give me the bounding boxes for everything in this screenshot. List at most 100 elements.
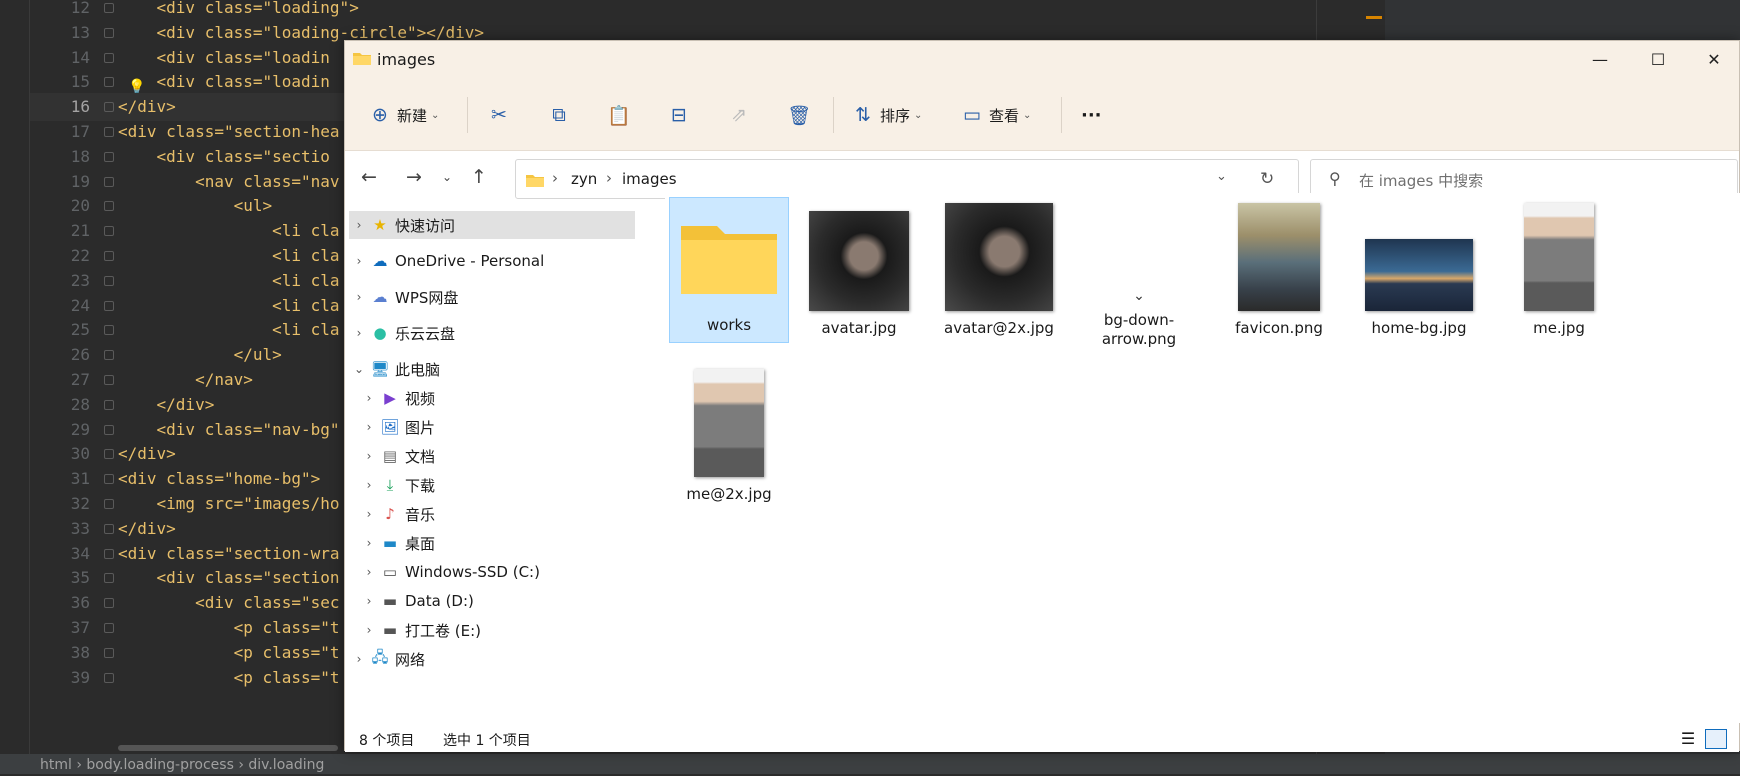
nav-quick-access[interactable]: › ★ 快速访问: [349, 211, 635, 239]
nav-documents[interactable]: › ▤ 文档: [359, 442, 435, 470]
nav-leyun[interactable]: › ● 乐云云盘: [349, 319, 455, 347]
nav-network[interactable]: › 🖧 网络: [349, 645, 425, 673]
fold-marker-icon[interactable]: [104, 325, 114, 336]
line-number: 23: [70, 270, 90, 290]
fold-marker-icon[interactable]: [104, 375, 114, 385]
fold-marker-icon[interactable]: [104, 151, 114, 162]
chevron-right-icon[interactable]: ›: [359, 507, 379, 521]
fold-marker-icon[interactable]: [104, 176, 114, 187]
chevron-right-icon[interactable]: ›: [349, 290, 369, 304]
chevron-down-icon: ⌄: [914, 109, 923, 121]
fold-marker-icon[interactable]: [104, 201, 114, 212]
horizontal-scrollbar[interactable]: [118, 745, 338, 751]
nav-drive-e[interactable]: › ▬ 打工卷 (E:): [359, 616, 481, 644]
line-number: 21: [70, 221, 90, 241]
chevron-right-icon[interactable]: ›: [359, 478, 379, 492]
fold-marker-icon[interactable]: [104, 449, 114, 460]
fold-marker-icon[interactable]: [104, 251, 114, 261]
fold-marker-icon[interactable]: [104, 300, 114, 311]
details-view-icon[interactable]: ☰: [1677, 729, 1699, 749]
nav-label: 图片: [405, 418, 436, 437]
nav-pictures[interactable]: › 🖼 图片: [359, 413, 435, 441]
recent-locations-chevron-icon[interactable]: ⌄: [433, 163, 461, 191]
nav-desktop[interactable]: › ▬ 桌面: [359, 529, 435, 557]
copy-button[interactable]: ⧉: [548, 99, 570, 131]
nav-wps[interactable]: › ☁ WPS网盘: [349, 283, 459, 311]
cut-button[interactable]: ✂: [488, 99, 510, 131]
nav-drive-d[interactable]: › ▬ Data (D:): [359, 587, 474, 615]
breadcrumb-zyn[interactable]: zyn: [571, 170, 597, 188]
rename-button[interactable]: ⊟: [668, 99, 690, 131]
chevron-right-icon[interactable]: ›: [349, 652, 369, 666]
chevron-right-icon[interactable]: ›: [359, 623, 379, 637]
fold-marker-icon[interactable]: [104, 52, 114, 63]
view-button[interactable]: ▭ 查看 ⌄: [961, 99, 1031, 131]
chevron-right-icon[interactable]: ›: [359, 420, 379, 434]
chevron-right-icon[interactable]: ›: [349, 326, 369, 340]
up-arrow-icon[interactable]: ↑: [465, 163, 493, 191]
fold-marker-icon[interactable]: [104, 275, 114, 286]
download-icon: ⤓: [386, 476, 394, 494]
file-item-bg-down-arrow[interactable]: ⌄ bg-down-arrow.png: [1079, 197, 1199, 349]
fold-marker-icon[interactable]: [104, 127, 114, 137]
file-name: favicon.png: [1235, 319, 1323, 337]
more-options-button[interactable]: ···: [1081, 99, 1102, 131]
sort-label: 排序: [880, 106, 911, 125]
fold-marker-icon[interactable]: [104, 350, 114, 361]
share-button[interactable]: ⇗: [728, 99, 750, 131]
refresh-icon[interactable]: ↻: [1260, 169, 1274, 189]
forward-arrow-icon[interactable]: →: [400, 163, 428, 191]
nav-videos[interactable]: › ▶ 视频: [359, 384, 435, 412]
minimize-button[interactable]: —: [1571, 41, 1629, 79]
chevron-right-icon[interactable]: ›: [349, 218, 369, 232]
new-button[interactable]: ⊕ 新建 ⌄: [369, 99, 439, 131]
chevron-right-icon[interactable]: ›: [359, 565, 379, 579]
fold-marker-icon[interactable]: [104, 672, 114, 683]
fold-marker-icon[interactable]: [104, 523, 114, 534]
fold-marker-icon[interactable]: [104, 77, 114, 88]
file-item-works[interactable]: works: [669, 197, 789, 343]
fold-marker-icon[interactable]: [104, 27, 114, 38]
chevron-down-icon[interactable]: ⌄: [349, 362, 369, 376]
fold-marker-icon[interactable]: [104, 399, 114, 410]
paste-button[interactable]: 📋: [607, 99, 631, 131]
fold-marker-icon[interactable]: [104, 226, 114, 237]
chevron-down-icon[interactable]: ⌄: [1216, 169, 1227, 184]
sort-button[interactable]: ⇅ 排序 ⌄: [852, 99, 922, 131]
fold-marker-icon[interactable]: [104, 647, 114, 658]
file-item-avatar[interactable]: avatar.jpg: [799, 197, 919, 338]
fold-marker-icon[interactable]: [104, 474, 114, 485]
chevron-right-icon[interactable]: ›: [359, 449, 379, 463]
nav-music[interactable]: › ♪ 音乐: [359, 500, 435, 528]
fold-marker-icon[interactable]: [104, 102, 114, 113]
fold-marker-icon[interactable]: [104, 499, 114, 509]
chevron-right-icon[interactable]: ›: [359, 536, 379, 550]
nav-drive-c[interactable]: › ▭ Windows-SSD (C:): [359, 558, 540, 586]
chevron-right-icon[interactable]: ›: [349, 254, 369, 268]
file-item-favicon[interactable]: favicon.png: [1219, 197, 1339, 338]
nav-downloads[interactable]: › ⤓ 下载: [359, 471, 435, 499]
nav-this-pc[interactable]: ⌄ 🖥 此电脑: [349, 355, 440, 383]
fold-marker-icon[interactable]: [104, 424, 114, 435]
title-bar: images — ☐ ✕: [345, 41, 1739, 79]
maximize-button[interactable]: ☐: [1629, 41, 1687, 79]
tiles-view-icon[interactable]: [1705, 729, 1727, 749]
fold-marker-icon[interactable]: [104, 623, 114, 633]
fold-marker-icon[interactable]: [104, 3, 114, 13]
fold-marker-icon[interactable]: [104, 598, 114, 609]
fold-marker-icon[interactable]: [104, 548, 114, 559]
chevron-right-icon[interactable]: ›: [359, 594, 379, 608]
nav-onedrive[interactable]: › ☁ OneDrive - Personal: [349, 247, 545, 275]
close-button[interactable]: ✕: [1685, 41, 1740, 79]
file-item-me-2x[interactable]: me@2x.jpg: [669, 365, 789, 504]
file-item-avatar-2x[interactable]: avatar@2x.jpg: [939, 197, 1059, 338]
chevron-right-icon[interactable]: ›: [359, 391, 379, 405]
line-number: 16: [70, 97, 90, 117]
file-item-me[interactable]: me.jpg: [1499, 197, 1619, 338]
fold-marker-icon[interactable]: [104, 573, 114, 584]
breadcrumb-images[interactable]: images: [622, 170, 677, 188]
back-arrow-icon[interactable]: ←: [355, 163, 383, 191]
file-item-home-bg[interactable]: home-bg.jpg: [1359, 197, 1479, 338]
warning-marker[interactable]: [1366, 16, 1382, 19]
delete-button[interactable]: 🗑: [787, 99, 811, 131]
